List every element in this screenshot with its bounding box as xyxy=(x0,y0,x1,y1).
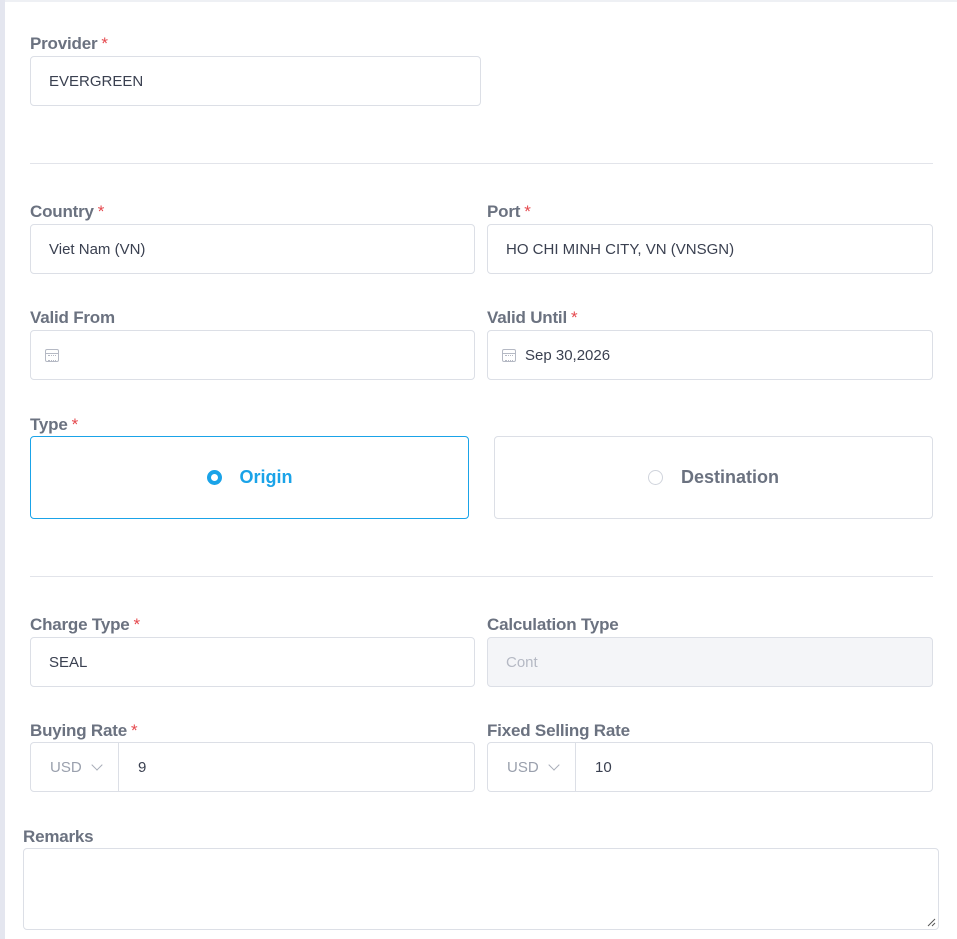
required-marker: * xyxy=(570,308,578,327)
provider-label: Provider * xyxy=(30,34,108,53)
type-option-origin[interactable]: Origin xyxy=(30,436,469,519)
radio-unchecked-icon xyxy=(647,470,663,485)
calendar-icon xyxy=(45,348,59,362)
required-marker: * xyxy=(71,415,79,434)
radio-checked-icon xyxy=(206,470,222,485)
selling-currency-value: USD xyxy=(507,758,539,776)
fixed-selling-rate-input[interactable]: 10 xyxy=(576,759,612,776)
buying-rate-group: USD 9 xyxy=(30,742,475,792)
valid-until-value: Sep 30,2026 xyxy=(525,346,611,364)
charge-type-label: Charge Type * xyxy=(30,615,141,634)
valid-until-datepicker[interactable]: Sep 30,2026 xyxy=(487,330,933,380)
calculation-type-field: Cont xyxy=(487,637,933,687)
required-marker: * xyxy=(524,202,531,221)
calculation-type-label: Calculation Type xyxy=(487,615,619,634)
charge-type-select[interactable]: SEAL xyxy=(30,637,475,687)
calculation-type-placeholder: Cont xyxy=(506,653,538,671)
port-value: HO CHI MINH CITY, VN (VNSGN) xyxy=(506,240,735,258)
selling-currency-select[interactable]: USD xyxy=(488,743,576,791)
calendar-icon xyxy=(502,348,516,362)
resize-grip-icon[interactable] xyxy=(927,918,936,927)
country-select[interactable]: Viet Nam (VN) xyxy=(30,224,475,274)
charge-type-value: SEAL xyxy=(49,653,88,671)
valid-until-label: Valid Until * xyxy=(487,308,578,327)
chevron-down-icon xyxy=(548,758,560,771)
section-divider xyxy=(30,163,933,164)
required-marker: * xyxy=(130,721,138,740)
type-label: Type * xyxy=(30,415,79,434)
port-label: Port * xyxy=(487,202,531,221)
type-option-destination[interactable]: Destination xyxy=(494,436,933,519)
remarks-textarea[interactable] xyxy=(23,848,939,930)
buying-rate-input[interactable]: 9 xyxy=(119,759,146,776)
required-marker: * xyxy=(133,615,141,634)
buying-currency-select[interactable]: USD xyxy=(31,743,119,791)
required-marker: * xyxy=(97,202,105,221)
valid-from-datepicker[interactable] xyxy=(30,330,475,380)
fixed-selling-rate-label: Fixed Selling Rate xyxy=(487,721,630,740)
section-divider xyxy=(30,576,933,577)
chevron-down-icon xyxy=(91,758,103,771)
provider-value: EVERGREEN xyxy=(49,72,144,90)
buying-rate-label: Buying Rate * xyxy=(30,721,138,740)
country-value: Viet Nam (VN) xyxy=(49,240,146,258)
type-option-label: Destination xyxy=(680,467,779,487)
fixed-selling-rate-group: USD 10 xyxy=(487,742,933,792)
left-edge-bar xyxy=(0,0,5,939)
port-select[interactable]: HO CHI MINH CITY, VN (VNSGN) xyxy=(487,224,933,274)
required-marker: * xyxy=(101,34,108,53)
type-option-label: Origin xyxy=(239,467,293,487)
provider-field[interactable]: EVERGREEN xyxy=(30,56,481,106)
remarks-label: Remarks xyxy=(23,827,94,846)
top-border xyxy=(5,0,957,2)
country-label: Country * xyxy=(30,202,105,221)
valid-from-label: Valid From xyxy=(30,308,115,327)
buying-currency-value: USD xyxy=(50,758,82,776)
